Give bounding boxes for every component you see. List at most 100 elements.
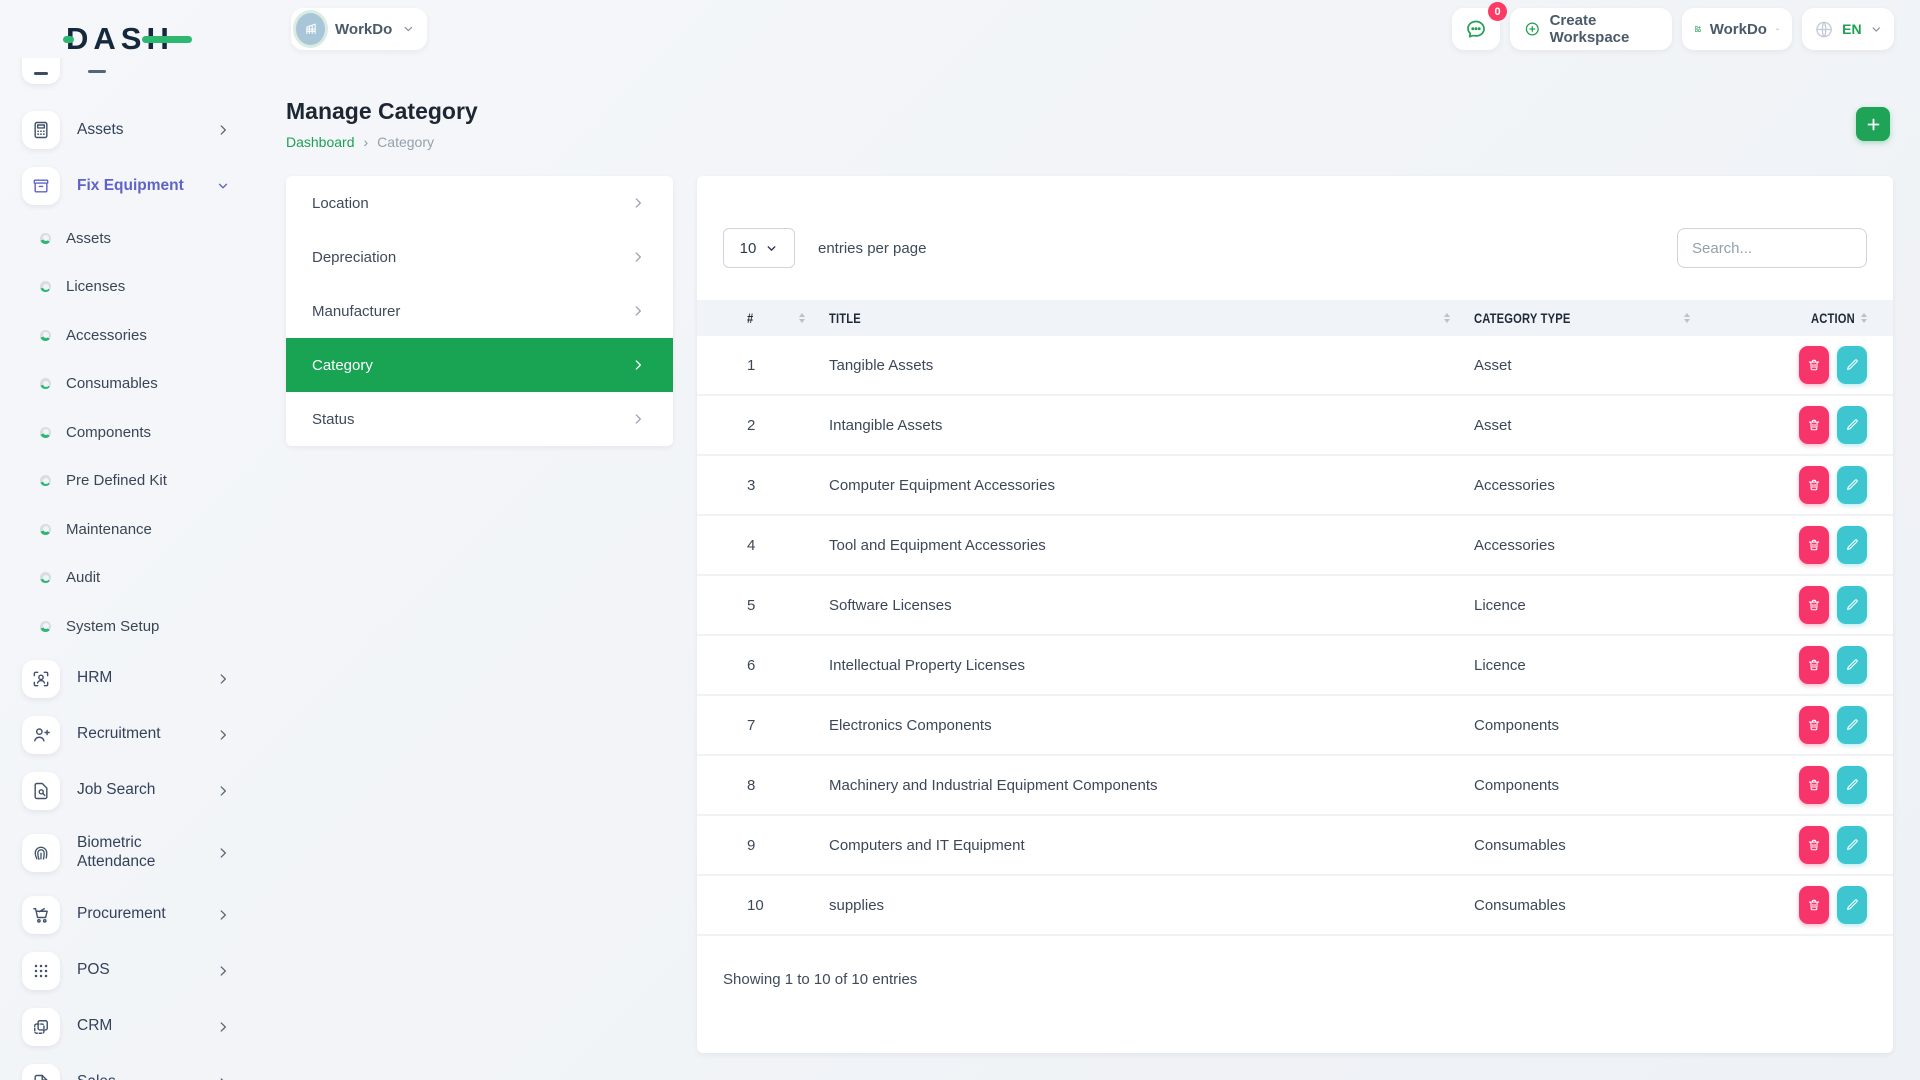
company-menu[interactable]: WorkDo	[1682, 8, 1792, 50]
submenu-item-status[interactable]: Status	[286, 392, 673, 446]
row-category-type: Consumables	[1450, 837, 1690, 854]
search-input[interactable]	[1677, 228, 1867, 268]
row-title: Machinery and Industrial Equipment Compo…	[805, 777, 1450, 794]
calculator-icon	[22, 111, 60, 149]
edit-button[interactable]	[1837, 706, 1867, 744]
create-workspace-label: Create Workspace	[1550, 12, 1658, 46]
edit-button[interactable]	[1837, 406, 1867, 444]
edit-button[interactable]	[1837, 646, 1867, 684]
language-selector[interactable]: EN	[1802, 8, 1894, 50]
edit-button[interactable]	[1837, 466, 1867, 504]
delete-button[interactable]	[1799, 826, 1829, 864]
edit-button[interactable]	[1837, 826, 1867, 864]
equipment-box-icon	[22, 167, 60, 205]
delete-button[interactable]	[1799, 886, 1829, 924]
sidebar-item-crm[interactable]: CRM	[0, 999, 260, 1055]
row-category-type: Components	[1450, 777, 1690, 794]
sidebar-item-partial[interactable]	[22, 58, 60, 84]
sidebar-item-fix-equipment[interactable]: Fix Equipment	[0, 158, 260, 214]
row-title: Electronics Components	[805, 717, 1450, 734]
table-row: 8 Machinery and Industrial Equipment Com…	[697, 756, 1893, 816]
grid-plus-icon	[1694, 19, 1702, 39]
sidebar-subitem-assets[interactable]: Assets	[0, 214, 260, 263]
delete-button[interactable]	[1799, 406, 1829, 444]
breadcrumb-dashboard-link[interactable]: Dashboard	[286, 134, 355, 150]
sidebar-item-recruitment[interactable]: Recruitment	[0, 707, 260, 763]
delete-button[interactable]	[1799, 526, 1829, 564]
row-number: 8	[723, 777, 805, 794]
sidebar-item-hrm[interactable]: HRM	[0, 651, 260, 707]
column-header-title[interactable]: TITLE	[805, 310, 1450, 326]
delete-button[interactable]	[1799, 466, 1829, 504]
sidebar: Assets Fix Equipment Assets Licenses Acc…	[0, 58, 260, 1080]
submenu-item-depreciation[interactable]: Depreciation	[286, 230, 673, 284]
category-submenu-card: Location Depreciation Manufacturer Categ…	[286, 176, 673, 446]
trash-icon	[1807, 538, 1821, 552]
plus-circle-icon	[1524, 19, 1541, 39]
sidebar-subitem-audit[interactable]: Audit	[0, 554, 260, 603]
submenu-item-manufacturer[interactable]: Manufacturer	[286, 284, 673, 338]
table-row: 10 supplies Consumables	[697, 876, 1893, 936]
overlapping-squares-icon	[22, 1008, 60, 1046]
row-category-type: Consumables	[1450, 897, 1690, 914]
chevron-right-icon	[216, 846, 230, 860]
column-header-number[interactable]: #	[723, 310, 805, 326]
topbar: DASH WorkDo 0 Create Workspace WorkDo EN	[0, 0, 1920, 58]
row-title: Intangible Assets	[805, 417, 1450, 434]
chevron-right-icon	[631, 358, 645, 372]
row-title: Tangible Assets	[805, 357, 1450, 374]
workspace-selector[interactable]: WorkDo	[291, 8, 427, 50]
delete-button[interactable]	[1799, 646, 1829, 684]
row-actions	[1690, 766, 1867, 804]
add-category-button[interactable]	[1856, 107, 1890, 141]
chevron-right-icon	[216, 908, 230, 922]
logo-green-dot	[63, 36, 74, 43]
delete-button[interactable]	[1799, 346, 1829, 384]
create-workspace-button[interactable]: Create Workspace	[1510, 8, 1672, 50]
trash-icon	[1807, 358, 1821, 372]
edit-button[interactable]	[1837, 886, 1867, 924]
app-logo[interactable]: DASH	[66, 24, 198, 54]
sidebar-subitem-components[interactable]: Components	[0, 408, 260, 457]
submenu-item-location[interactable]: Location	[286, 176, 673, 230]
entries-per-page-select[interactable]: 10	[723, 228, 795, 268]
edit-button[interactable]	[1837, 766, 1867, 804]
trash-icon	[1807, 778, 1821, 792]
sidebar-nav: Assets Fix Equipment Assets Licenses Acc…	[0, 58, 260, 1080]
sidebar-item-job-search[interactable]: Job Search	[0, 763, 260, 819]
plus-icon	[1865, 116, 1882, 133]
delete-button[interactable]	[1799, 766, 1829, 804]
row-category-type: Accessories	[1450, 477, 1690, 494]
row-title: Tool and Equipment Accessories	[805, 537, 1450, 554]
sidebar-item-biometric-attendance[interactable]: Biometric Attendance	[0, 819, 260, 887]
globe-icon	[1814, 19, 1834, 40]
row-number: 9	[723, 837, 805, 854]
sidebar-item-sales[interactable]: Sales	[0, 1055, 260, 1080]
messages-badge: 0	[1488, 2, 1507, 21]
sidebar-item-procurement[interactable]: Procurement	[0, 887, 260, 943]
chevron-down-icon	[402, 22, 415, 36]
edit-button[interactable]	[1837, 346, 1867, 384]
bullet-icon	[40, 475, 51, 486]
sidebar-subitem-licenses[interactable]: Licenses	[0, 263, 260, 312]
language-code: EN	[1842, 21, 1861, 37]
sidebar-subitem-accessories[interactable]: Accessories	[0, 311, 260, 360]
edit-button[interactable]	[1837, 526, 1867, 564]
row-number: 1	[723, 357, 805, 374]
sidebar-subitem-maintenance[interactable]: Maintenance	[0, 505, 260, 554]
sidebar-subitem-pre-defined-kit[interactable]: Pre Defined Kit	[0, 457, 260, 506]
messages-button[interactable]: 0	[1452, 8, 1500, 50]
sidebar-subitem-consumables[interactable]: Consumables	[0, 360, 260, 409]
submenu-item-category[interactable]: Category	[286, 338, 673, 392]
delete-button[interactable]	[1799, 586, 1829, 624]
sidebar-subitem-system-setup[interactable]: System Setup	[0, 602, 260, 651]
chevron-right-icon	[216, 728, 230, 742]
column-header-action[interactable]: ACTION	[1690, 310, 1867, 326]
table-controls: 10 entries per page	[723, 228, 1867, 268]
table-body: 1 Tangible Assets Asset 2 Intangible Ass…	[697, 336, 1893, 936]
sidebar-item-pos[interactable]: POS	[0, 943, 260, 999]
sidebar-item-assets[interactable]: Assets	[0, 102, 260, 158]
delete-button[interactable]	[1799, 706, 1829, 744]
edit-button[interactable]	[1837, 586, 1867, 624]
column-header-category-type[interactable]: CATEGORY TYPE	[1450, 310, 1690, 326]
